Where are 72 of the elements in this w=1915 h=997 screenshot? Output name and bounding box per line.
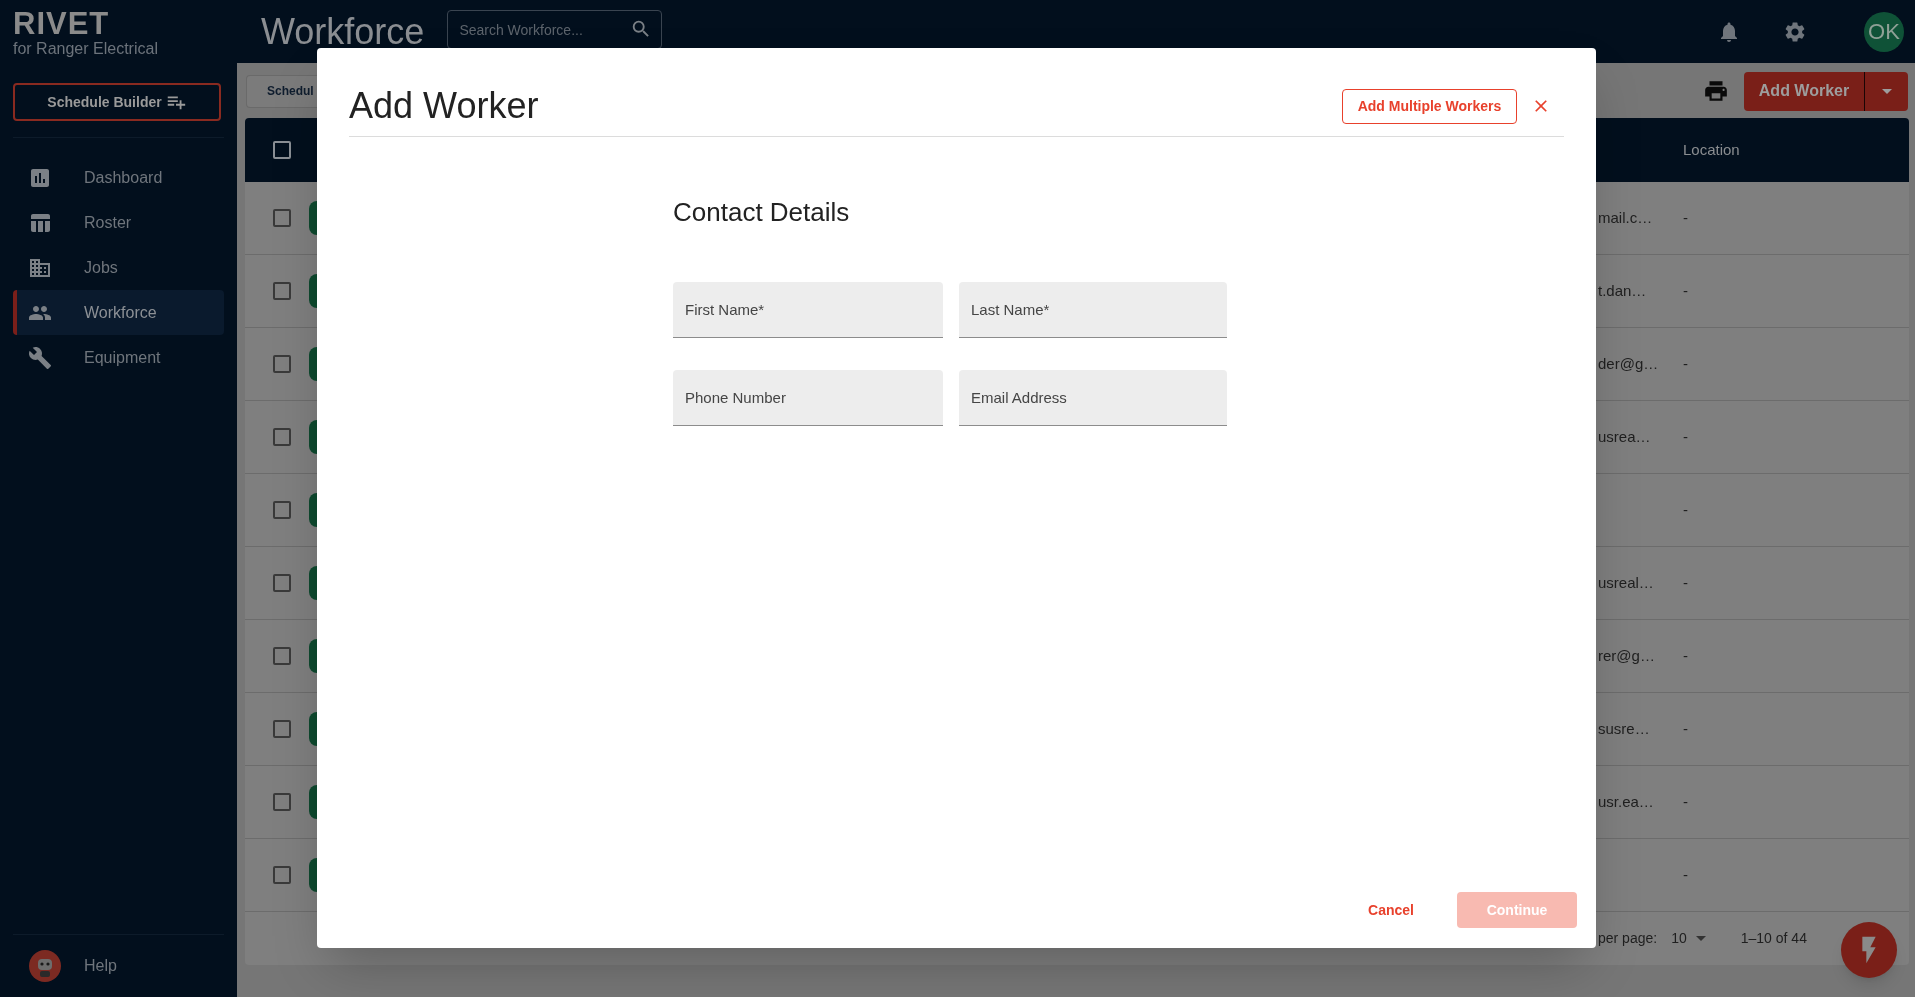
nav-item[interactable]: Workforce	[13, 290, 224, 335]
avatar-icon	[309, 201, 317, 235]
checkbox[interactable]	[273, 209, 291, 227]
text-field[interactable]: First Name*	[673, 282, 943, 338]
table-cell: der@g…	[1598, 354, 1659, 372]
table-cell: usr.ea…	[1598, 792, 1654, 810]
checkbox[interactable]	[273, 866, 291, 884]
avatar-icon	[309, 420, 317, 454]
print-icon[interactable]	[1703, 78, 1729, 104]
checkbox[interactable]	[273, 501, 291, 519]
nav-item[interactable]: Roster	[13, 200, 224, 245]
avatar-icon	[309, 639, 317, 673]
avatar-icon	[309, 858, 317, 892]
table-cell-text: -	[1683, 499, 1688, 520]
checkbox[interactable]	[273, 647, 291, 665]
text-field[interactable]: Last Name*	[959, 282, 1227, 338]
schedule-builder-button[interactable]: Schedule Builder	[13, 83, 221, 121]
avatar-icon	[309, 566, 317, 600]
nav-item[interactable]: Dashboard	[13, 155, 224, 200]
avatar-icon	[309, 274, 317, 308]
dialog-title: Add Worker	[349, 86, 539, 126]
column-header: Location	[1683, 139, 1740, 160]
settings-icon[interactable]	[1783, 19, 1807, 44]
table-cell-text: -	[1683, 645, 1688, 666]
nav-item[interactable]: Jobs	[13, 245, 224, 290]
pagination-range: 1–10 of 44	[1740, 929, 1807, 948]
user-avatar[interactable]: OK	[1864, 11, 1904, 52]
table-cell-text: -	[1683, 207, 1688, 228]
caret-icon	[1881, 88, 1892, 94]
checkbox[interactable]	[273, 793, 291, 811]
cancel-button[interactable]: Cancel	[1352, 892, 1430, 928]
search-field[interactable]: Search Workforce...	[447, 10, 663, 49]
text-field[interactable]: Phone Number	[673, 370, 943, 426]
wrench-icon	[28, 345, 52, 370]
caret-icon	[1695, 936, 1706, 941]
schedule-tab[interactable]: Schedul	[246, 74, 317, 108]
checkbox[interactable]	[273, 282, 291, 300]
checkbox[interactable]	[273, 574, 291, 592]
table-cell-text: -	[1683, 280, 1688, 301]
table-cell-text: -	[1683, 353, 1688, 374]
table-cell-text: -	[1683, 791, 1688, 812]
avatar-icon	[309, 347, 317, 381]
nav-item[interactable]: Equipment	[13, 335, 224, 380]
dropdown-button[interactable]	[1864, 71, 1908, 111]
table-cell-text: -	[1683, 718, 1688, 739]
table-cell-text: -	[1683, 572, 1688, 593]
rows-per-page-select[interactable]: 10	[1671, 928, 1706, 949]
table-cell: usrea…	[1598, 427, 1651, 445]
checkbox[interactable]	[273, 720, 291, 738]
add-worker-button[interactable]: Add Worker	[1744, 71, 1864, 111]
page-title: Workforce	[261, 13, 425, 50]
text-field[interactable]: Email Address	[959, 370, 1227, 426]
table-cell-text: -	[1683, 864, 1688, 885]
table-cell: usreal…	[1598, 573, 1654, 591]
checkbox[interactable]	[273, 355, 291, 373]
table-cell: mail.c…	[1598, 208, 1653, 226]
table-cell: t.dan…	[1598, 281, 1647, 299]
robot-avatar-icon	[29, 950, 61, 982]
avatar-icon	[309, 712, 317, 746]
checkbox[interactable]	[273, 141, 291, 159]
table-cell: susre…	[1598, 719, 1650, 737]
rows-per-page-label: per page:	[1598, 929, 1658, 948]
help-link[interactable]: Help	[29, 950, 117, 982]
table-cell-text: -	[1683, 426, 1688, 447]
add-multiple-workers-button[interactable]: Add Multiple Workers	[1342, 88, 1517, 124]
logo: RIVET	[13, 10, 110, 38]
avatar-icon	[309, 493, 317, 527]
logo-subtitle: for Ranger Electrical	[13, 39, 158, 59]
section-title: Contact Details	[673, 196, 850, 228]
avatar-icon	[309, 785, 317, 819]
checkbox[interactable]	[273, 428, 291, 446]
table-cell: rer@g…	[1598, 646, 1655, 664]
